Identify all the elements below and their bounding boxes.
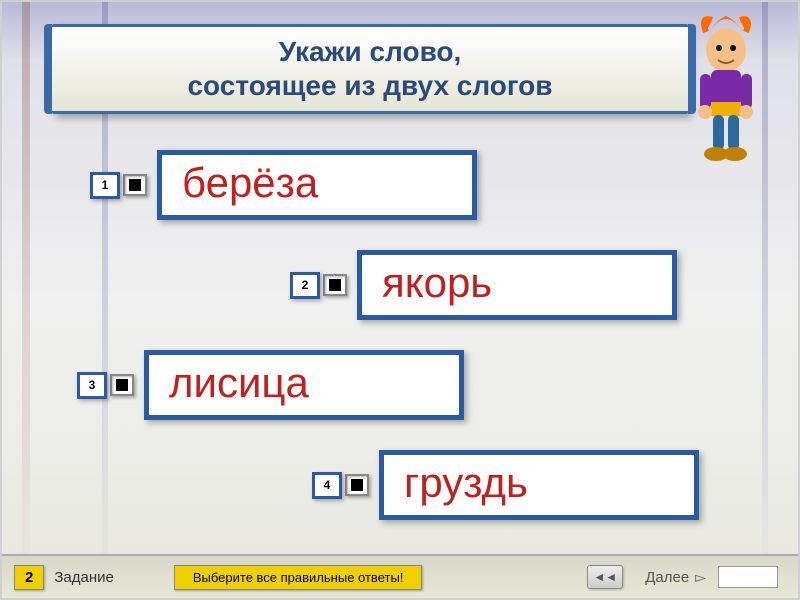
- task-label: Задание: [54, 569, 114, 586]
- option-word: берёза: [157, 150, 477, 220]
- option-checkbox-3[interactable]: [110, 374, 134, 396]
- rewind-icon: ◄◄: [593, 570, 617, 584]
- option-3: 3 лисица: [77, 350, 464, 420]
- decor-stripe: [22, 2, 30, 598]
- task-number-badge: 2: [14, 565, 44, 590]
- title-line1: Укажи слово,: [279, 35, 462, 69]
- option-4: 4 груздь: [312, 450, 699, 520]
- check-mark: [116, 379, 128, 391]
- option-checkbox-2[interactable]: [323, 274, 347, 296]
- option-number: 1: [90, 172, 120, 199]
- option-number: 4: [312, 472, 342, 499]
- instruction-box: Выберите все правильные ответы!: [174, 565, 423, 590]
- check-mark: [329, 279, 341, 291]
- option-word: якорь: [357, 250, 677, 320]
- next-label: Далее: [645, 569, 689, 586]
- arrow-right-icon: ▻: [695, 569, 706, 586]
- next-button[interactable]: Далее ▻: [637, 562, 786, 592]
- title-bar: Укажи слово, состоящее из двух слогов: [52, 24, 688, 114]
- bottom-bar: 2 Задание Выберите все правильные ответы…: [2, 554, 798, 598]
- option-word: лисица: [144, 350, 464, 420]
- option-checkbox-4[interactable]: [345, 474, 369, 496]
- option-number: 3: [77, 372, 107, 399]
- rewind-button[interactable]: ◄◄: [587, 565, 623, 589]
- option-checkbox-1[interactable]: [123, 174, 147, 196]
- check-mark: [351, 479, 363, 491]
- title-line2: состоящее из двух слогов: [187, 69, 552, 103]
- next-slot: [718, 566, 778, 588]
- mascot-character: [678, 12, 773, 172]
- option-1: 1 берёза: [90, 150, 477, 220]
- option-2: 2 якорь: [290, 250, 677, 320]
- option-number: 2: [290, 272, 320, 299]
- option-word: груздь: [379, 450, 699, 520]
- check-mark: [129, 179, 141, 191]
